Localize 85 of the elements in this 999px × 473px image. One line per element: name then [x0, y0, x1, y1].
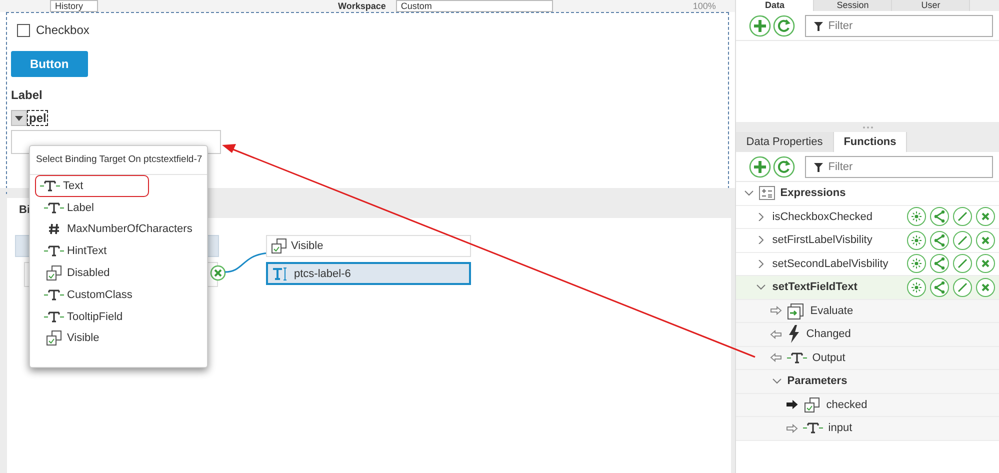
tree-item-label[interactable]: Evaluate [810, 304, 854, 317]
checkbox[interactable] [17, 24, 30, 36]
lightning-icon [787, 325, 802, 344]
burst-button[interactable] [907, 254, 926, 274]
text-type-icon [40, 180, 60, 192]
filter-field[interactable]: Filter [805, 156, 993, 178]
chevron-down-icon[interactable] [744, 189, 754, 198]
function-row[interactable]: isCheckboxChecked [736, 206, 999, 229]
panel-tab[interactable]: Data [736, 0, 814, 11]
share-button[interactable] [930, 207, 949, 226]
text-type-icon [44, 202, 64, 214]
edit-button[interactable] [953, 207, 972, 226]
binding-target-item[interactable]: TooltipField [35, 306, 202, 328]
binding-target-item[interactable]: HintText [35, 240, 202, 262]
function-name: setFirstLabelVisbility [772, 234, 874, 246]
checkbox-label: Checkbox [36, 23, 90, 37]
burst-button[interactable] [907, 278, 926, 297]
panel-tab[interactable]: User [892, 0, 970, 11]
binding-target-item[interactable]: MaxNumberOfCharacters [35, 218, 202, 240]
boolean-icon [44, 330, 64, 346]
text-type-icon [787, 352, 808, 364]
remove-binding-icon[interactable] [210, 265, 226, 281]
binding-target-item[interactable]: Text [35, 175, 149, 197]
tree-item-label[interactable]: checked [826, 398, 868, 411]
property-name: Visible [291, 240, 324, 252]
binding-target-item[interactable]: CustomClass [35, 284, 202, 306]
zoom-level: 100% [692, 1, 716, 11]
chevron-right-icon[interactable] [756, 212, 766, 221]
share-button[interactable] [930, 278, 949, 297]
text-type-icon [44, 288, 64, 301]
panel-tab[interactable]: Session [814, 0, 892, 11]
text-type-icon [44, 310, 64, 323]
edit-button[interactable] [953, 230, 972, 250]
edit-button[interactable] [953, 278, 972, 297]
panel-tab[interactable]: Data Properties [736, 132, 834, 152]
text-type-icon [803, 422, 824, 434]
resize-handle-icon[interactable] [862, 126, 874, 128]
binding-target-item[interactable]: Visible [35, 328, 202, 350]
popup-title: Select Binding Target On ptcstextfield-7 [30, 146, 207, 175]
caret-button[interactable] [11, 110, 27, 126]
burst-button[interactable] [907, 207, 926, 226]
add-icon[interactable] [749, 156, 772, 178]
chevron-down-icon[interactable] [772, 377, 782, 386]
tree-item-label[interactable]: Changed [806, 328, 851, 340]
function-name: isCheckboxChecked [772, 210, 874, 223]
tree-item-label[interactable]: Parameters [787, 375, 848, 388]
delete-button[interactable] [976, 207, 995, 226]
workspace-dropdown[interactable]: Custom [396, 0, 553, 12]
burst-button[interactable] [907, 230, 926, 250]
refresh-icon[interactable] [773, 15, 796, 37]
caret-icon [15, 116, 23, 120]
binding-target-item[interactable]: Disabled [35, 262, 202, 284]
text-type-icon [44, 245, 64, 258]
target-widget-node[interactable]: ptcs-label-6 [266, 262, 471, 285]
edit-button[interactable] [953, 254, 972, 274]
boolean-icon [44, 265, 64, 282]
chevron-down-icon[interactable] [756, 283, 766, 292]
tree-item-label[interactable]: Expressions [780, 187, 846, 200]
function-name: setSecondLabelVisbility [772, 258, 890, 270]
delete-button[interactable] [976, 278, 995, 297]
function-row[interactable]: setTextFieldText [736, 276, 999, 300]
refresh-icon[interactable] [773, 156, 796, 178]
chevron-right-icon[interactable] [756, 260, 766, 268]
widget-button[interactable]: Button [11, 51, 88, 77]
panel-tab[interactable]: Functions [834, 132, 908, 152]
history-dropdown[interactable]: History [50, 0, 98, 12]
selected-widget[interactable]: pel [27, 110, 48, 126]
calculator-icon [759, 186, 776, 200]
add-icon[interactable] [749, 15, 772, 37]
delete-button[interactable] [976, 254, 995, 274]
tree-item-label[interactable]: Output [812, 352, 846, 364]
target-property-node[interactable]: Visible [266, 235, 471, 257]
chevron-right-icon[interactable] [756, 236, 766, 244]
boolean-icon [803, 396, 822, 413]
function-row[interactable]: setFirstLabelVisbility [736, 229, 999, 252]
label-widget: Label [11, 88, 42, 102]
share-button[interactable] [930, 230, 949, 250]
filter-field[interactable]: Filter [805, 15, 993, 37]
share-button[interactable] [930, 254, 949, 274]
delete-button[interactable] [976, 230, 995, 250]
workspace-label: Workspace [338, 1, 386, 11]
widget-name: ptcs-label-6 [294, 268, 351, 280]
function-name: setTextFieldText [772, 281, 858, 294]
tree-item-label[interactable]: input [828, 422, 852, 434]
boolean-icon [271, 238, 287, 254]
